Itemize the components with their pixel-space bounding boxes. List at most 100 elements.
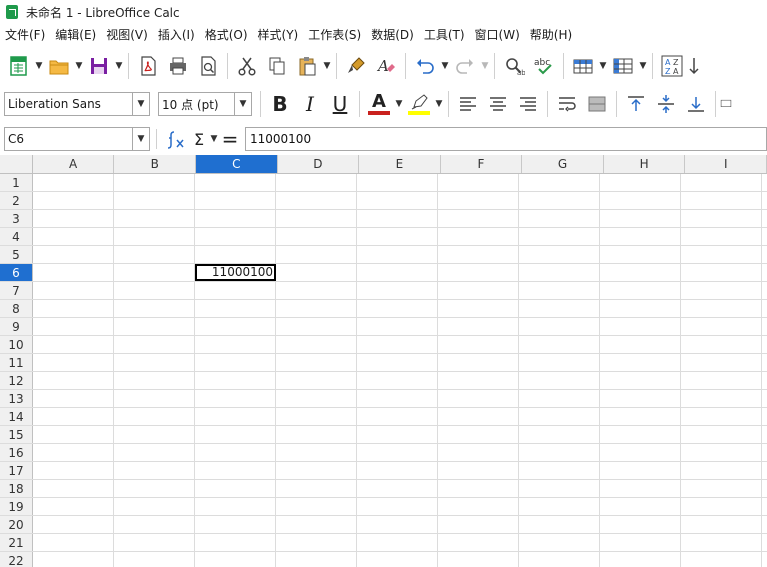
chevron-down-icon[interactable]: ▼ [132,128,149,150]
cell-f7[interactable] [438,282,519,299]
cell-e9[interactable] [357,318,438,335]
cell-f8[interactable] [438,300,519,317]
cell-c2[interactable] [195,192,276,209]
cell-f13[interactable] [438,390,519,407]
align-bottom-button[interactable] [681,89,711,119]
cell-h2[interactable] [600,192,681,209]
cell-e22[interactable] [357,552,438,567]
cell-g1[interactable] [519,174,600,191]
column-header[interactable]: B [114,155,196,173]
cell-c21[interactable] [195,534,276,551]
cell-h5[interactable] [600,246,681,263]
menu-data[interactable]: 数据(D) [366,24,419,46]
cell-b16[interactable] [114,444,195,461]
cell-i9[interactable] [681,318,762,335]
cell-e15[interactable] [357,426,438,443]
menu-edit[interactable]: 编辑(E) [50,24,101,46]
cell-f4[interactable] [438,228,519,245]
cell-h10[interactable] [600,336,681,353]
function-wizard-button[interactable] [163,126,189,152]
cell-e8[interactable] [357,300,438,317]
cell-e14[interactable] [357,408,438,425]
cell-e1[interactable] [357,174,438,191]
cell-h8[interactable] [600,300,681,317]
cell-a12[interactable] [33,372,114,389]
cell-c18[interactable] [195,480,276,497]
row-header[interactable]: 4 [0,228,33,245]
clone-formatting-button[interactable] [341,51,371,81]
column-button[interactable] [608,51,638,81]
open-dropdown-caret[interactable]: ▼ [74,51,84,81]
cell-c3[interactable] [195,210,276,227]
new-dropdown-caret[interactable]: ▼ [34,51,44,81]
cell-f5[interactable] [438,246,519,263]
cell-c5[interactable] [195,246,276,263]
cell-b20[interactable] [114,516,195,533]
cell-b12[interactable] [114,372,195,389]
cell-a11[interactable] [33,354,114,371]
cell-d8[interactable] [276,300,357,317]
cell-d5[interactable] [276,246,357,263]
font-size-select[interactable]: 10 点 (pt) ▼ [158,92,252,116]
cell-h11[interactable] [600,354,681,371]
column-header[interactable]: A [33,155,115,173]
cell-e10[interactable] [357,336,438,353]
sum-button[interactable]: Σ [189,126,209,152]
menu-help[interactable]: 帮助(H) [525,24,577,46]
formula-input[interactable]: 11000100 [245,127,767,151]
cell-b4[interactable] [114,228,195,245]
row-header[interactable]: 9 [0,318,33,335]
cell-b17[interactable] [114,462,195,479]
cell-a6[interactable] [33,264,114,281]
menu-tools[interactable]: 工具(T) [419,24,470,46]
cell-d14[interactable] [276,408,357,425]
cell-d12[interactable] [276,372,357,389]
paste-dropdown-caret[interactable]: ▼ [322,51,332,81]
cell-i20[interactable] [681,516,762,533]
font-color-button[interactable]: A [364,89,394,119]
cell-h13[interactable] [600,390,681,407]
cell-b22[interactable] [114,552,195,567]
cell-h7[interactable] [600,282,681,299]
cell-e5[interactable] [357,246,438,263]
cell-i18[interactable] [681,480,762,497]
cell-f1[interactable] [438,174,519,191]
cell-i12[interactable] [681,372,762,389]
cell-f9[interactable] [438,318,519,335]
cell-f6[interactable] [438,264,519,281]
cell-c4[interactable] [195,228,276,245]
cell-h22[interactable] [600,552,681,567]
name-box[interactable]: C6 ▼ [4,127,150,151]
cell-b10[interactable] [114,336,195,353]
clear-direct-formatting-button[interactable]: A [371,51,401,81]
menu-view[interactable]: 视图(V) [101,24,153,46]
cell-b15[interactable] [114,426,195,443]
merge-cells-button[interactable] [582,89,612,119]
cell-d1[interactable] [276,174,357,191]
row-header[interactable]: 3 [0,210,33,227]
chevron-down-icon[interactable]: ▼ [132,93,149,115]
row-header[interactable]: 14 [0,408,33,425]
cell-h18[interactable] [600,480,681,497]
cell-c14[interactable] [195,408,276,425]
row-header[interactable]: 12 [0,372,33,389]
redo-dropdown-caret[interactable]: ▼ [480,51,490,81]
cell-a16[interactable] [33,444,114,461]
cell-d11[interactable] [276,354,357,371]
cell-g16[interactable] [519,444,600,461]
menu-insert[interactable]: 插入(I) [153,24,200,46]
cell-g17[interactable] [519,462,600,479]
cell-i21[interactable] [681,534,762,551]
cell-i14[interactable] [681,408,762,425]
save-button[interactable] [84,51,114,81]
column-header[interactable]: I [685,155,767,173]
cell-c7[interactable] [195,282,276,299]
column-header[interactable]: D [278,155,360,173]
font-color-dropdown-caret[interactable]: ▼ [394,89,404,119]
cell-h17[interactable] [600,462,681,479]
cell-g18[interactable] [519,480,600,497]
cell-b6[interactable] [114,264,195,281]
cell-c1[interactable] [195,174,276,191]
cell-f17[interactable] [438,462,519,479]
cell-g10[interactable] [519,336,600,353]
